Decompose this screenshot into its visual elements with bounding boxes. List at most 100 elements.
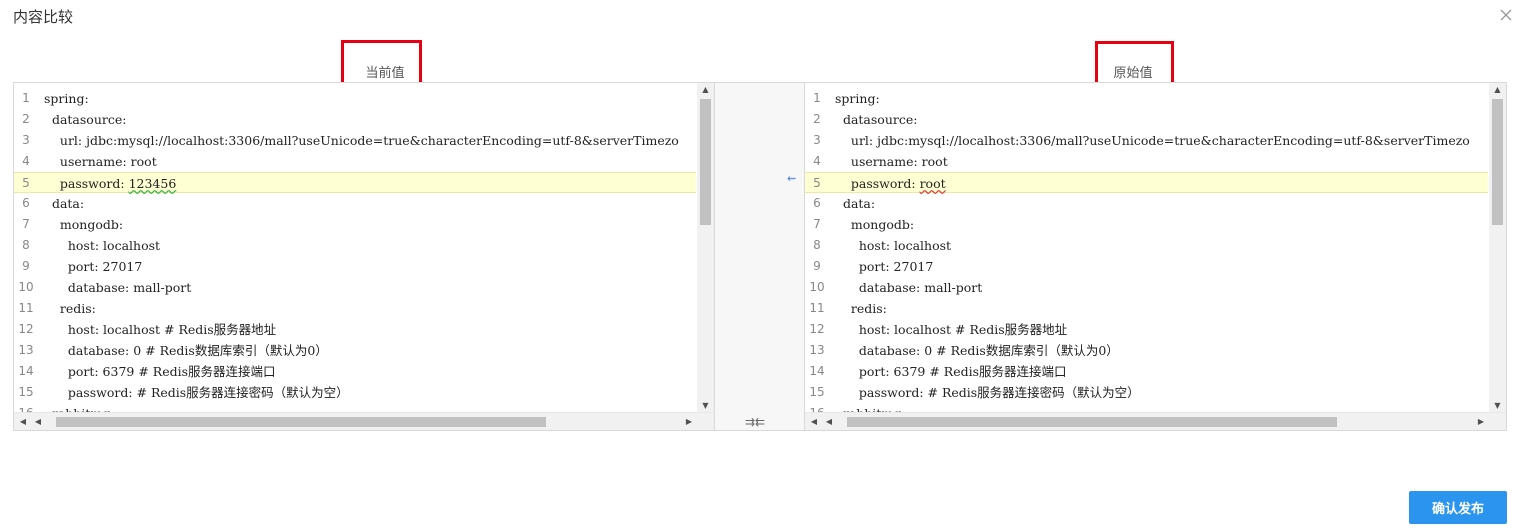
current-value-editor[interactable]: 1 spring: 2 datasource: 3 url: jdbc:mysql:/…	[13, 82, 715, 431]
line-number: 8	[22, 238, 30, 252]
line-text: database: mall-port	[835, 280, 983, 295]
line-number: 1	[813, 91, 821, 105]
line-number: 7	[22, 217, 30, 231]
line-text: url: jdbc:mysql://localhost:3306/mall?us…	[835, 133, 1470, 148]
code-line: 10 database: mall-port	[14, 277, 696, 298]
dialog-title: 内容比较	[13, 8, 74, 26]
scroll-down-icon[interactable]: ▼	[697, 399, 714, 413]
line-text: port: 27017	[835, 259, 934, 274]
confirm-publish-button[interactable]: 确认发布	[1409, 491, 1507, 524]
code-line: 7 mongodb:	[14, 214, 696, 235]
diff-word: 123456	[128, 176, 177, 191]
code-line: 14 port: 6379 # Redis服务器连接端口	[805, 361, 1488, 382]
code-line: 16 rabbitmq:	[14, 403, 696, 412]
code-line: 16 rabbitmq:	[805, 403, 1488, 412]
code-line: 4 username: root	[14, 151, 696, 172]
line-text: port: 27017	[44, 259, 143, 274]
code-line: 8 host: localhost	[805, 235, 1488, 256]
line-number: 11	[18, 301, 34, 315]
code-line: 9 port: 27017	[14, 256, 696, 277]
line-text: mongodb:	[835, 217, 915, 232]
code-line: 9 port: 27017	[805, 256, 1488, 277]
scroll-left-icon[interactable]: ◀	[31, 413, 45, 430]
current-code-area[interactable]: 1 spring: 2 datasource: 3 url: jdbc:mysql:/…	[14, 88, 696, 412]
line-number: 13	[18, 343, 34, 357]
line-text: password: # Redis服务器连接密码（默认为空）	[835, 385, 1140, 400]
original-value-editor[interactable]: 1 spring: 2 datasource: 3 url: jdbc:mysql:/…	[804, 82, 1507, 431]
line-number: 4	[22, 154, 30, 168]
original-code-area[interactable]: 1 spring: 2 datasource: 3 url: jdbc:mysql:/…	[805, 88, 1488, 412]
line-number: 6	[813, 196, 821, 210]
line-number: 16	[14, 403, 38, 412]
scrollbar-thumb[interactable]	[847, 417, 1337, 427]
line-number: 9	[813, 259, 821, 273]
code-line: 13 database: 0 # Redis数据库索引（默认为0）	[14, 340, 696, 361]
scroll-up-icon[interactable]: ▲	[697, 83, 714, 97]
line-text: database: 0 # Redis数据库索引（默认为0）	[44, 343, 328, 358]
line-text: data:	[44, 196, 85, 211]
code-line: 12 host: localhost # Redis服务器地址	[805, 319, 1488, 340]
scroll-left-end-icon[interactable]: ◀	[16, 413, 30, 430]
line-number: 12	[18, 322, 34, 336]
scrollbar-thumb[interactable]	[1492, 99, 1503, 225]
line-number: 5	[22, 176, 30, 190]
scroll-right-icon[interactable]: ▶	[1474, 413, 1488, 430]
merge-gutter	[715, 82, 804, 431]
swap-icon[interactable]: ⇉⇇	[745, 415, 765, 429]
line-text: datasource:	[44, 112, 127, 127]
code-line: 2 datasource:	[805, 109, 1488, 130]
code-line: 7 mongodb:	[805, 214, 1488, 235]
scroll-right-icon[interactable]: ▶	[682, 413, 696, 430]
code-line: 11 redis:	[805, 298, 1488, 319]
code-line: 12 host: localhost # Redis服务器地址	[14, 319, 696, 340]
line-text: host: localhost # Redis服务器地址	[835, 322, 1068, 337]
scrollbar-thumb[interactable]	[700, 99, 711, 225]
line-text: mongodb:	[44, 217, 124, 232]
line-text: password: 123456	[44, 176, 177, 191]
line-text: redis:	[44, 301, 96, 316]
line-text: username: root	[44, 154, 157, 169]
line-text: host: localhost # Redis服务器地址	[44, 322, 277, 337]
code-line: 6 data:	[805, 193, 1488, 214]
line-text: database: 0 # Redis数据库索引（默认为0）	[835, 343, 1119, 358]
line-text: url: jdbc:mysql://localhost:3306/mall?us…	[44, 133, 679, 148]
line-number: 7	[813, 217, 821, 231]
line-text: spring:	[835, 91, 880, 106]
code-line: 4 username: root	[805, 151, 1488, 172]
line-number: 10	[18, 280, 34, 294]
close-icon[interactable]	[1499, 8, 1513, 22]
vertical-scrollbar[interactable]: ▲ ▼	[1489, 83, 1506, 413]
line-number: 9	[22, 259, 30, 273]
code-line: 1 spring:	[14, 88, 696, 109]
scroll-left-icon[interactable]: ◀	[822, 413, 836, 430]
line-text: port: 6379 # Redis服务器连接端口	[835, 364, 1067, 379]
line-number: 14	[18, 364, 34, 378]
code-line: 15 password: # Redis服务器连接密码（默认为空）	[805, 382, 1488, 403]
scrollbar-thumb[interactable]	[56, 417, 546, 427]
line-number: 3	[813, 133, 821, 147]
changed-code-line: 5 password: root	[805, 172, 1488, 193]
scroll-up-icon[interactable]: ▲	[1489, 83, 1506, 97]
scroll-down-icon[interactable]: ▼	[1489, 399, 1506, 413]
merge-arrow-icon[interactable]: ⇜	[787, 172, 796, 185]
line-number: 15	[809, 385, 825, 399]
code-line: 14 port: 6379 # Redis服务器连接端口	[14, 361, 696, 382]
line-number: 14	[809, 364, 825, 378]
line-number: 1	[22, 91, 30, 105]
horizontal-scrollbar[interactable]: ◀ ◀ ▶	[805, 412, 1506, 430]
line-number: 8	[813, 238, 821, 252]
line-text: host: localhost	[835, 238, 952, 253]
code-line: 1 spring:	[805, 88, 1488, 109]
line-number: 16	[805, 403, 829, 412]
vertical-scrollbar[interactable]: ▲ ▼	[697, 83, 714, 413]
code-line: 2 datasource:	[14, 109, 696, 130]
line-text: rabbitmq:	[835, 403, 906, 412]
scroll-left-end-icon[interactable]: ◀	[807, 413, 821, 430]
line-text: data:	[835, 196, 876, 211]
line-text: username: root	[835, 154, 948, 169]
code-line: 15 password: # Redis服务器连接密码（默认为空）	[14, 382, 696, 403]
diff-word: root	[919, 176, 946, 191]
line-number: 6	[22, 196, 30, 210]
horizontal-scrollbar[interactable]: ◀ ◀ ▶	[14, 412, 714, 430]
code-line: 11 redis:	[14, 298, 696, 319]
